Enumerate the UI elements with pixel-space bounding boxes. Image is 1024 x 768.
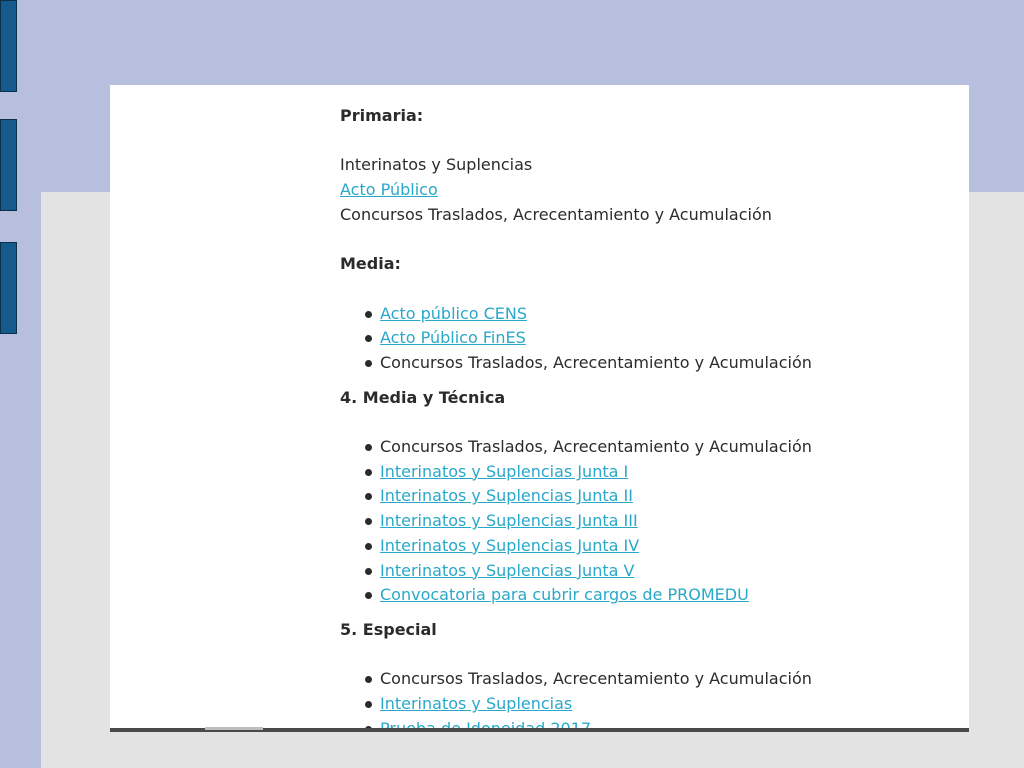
media-acto-publico-cens-link[interactable]: Acto público CENS: [380, 304, 527, 323]
especial-list: Concursos Traslados, Acrecentamiento y A…: [340, 667, 940, 728]
junta-ii-link[interactable]: Interinatos y Suplencias Junta II: [380, 486, 633, 505]
decorative-square-middle: [0, 119, 17, 211]
list-item: Acto público CENS: [340, 302, 940, 327]
web-page-screenshot: Primaria: Interinatos y Suplencias Acto …: [110, 85, 969, 728]
list-item: Acto Público FinES: [340, 326, 940, 351]
list-item: Interinatos y Suplencias Junta II: [340, 484, 940, 509]
primaria-acto-publico-link[interactable]: Acto Público: [340, 180, 438, 199]
tecnica-concursos-text: Concursos Traslados, Acrecentamiento y A…: [380, 437, 812, 457]
list-item: Interinatos y Suplencias: [340, 692, 940, 717]
list-item: Prueba de Idoneidad 2017: [340, 717, 940, 728]
primaria-interinatos-text: Interinatos y Suplencias: [340, 155, 533, 175]
decorative-square-bottom: [0, 242, 17, 334]
decorative-square-top: [0, 0, 17, 92]
list-item: Interinatos y Suplencias Junta III: [340, 509, 940, 534]
media-list: Acto público CENS Acto Público FinES Con…: [340, 302, 940, 376]
list-item: Concursos Traslados, Acrecentamiento y A…: [340, 435, 940, 460]
especial-concursos-text: Concursos Traslados, Acrecentamiento y A…: [380, 669, 812, 689]
list-item: Interinatos y Suplencias Junta IV: [340, 534, 940, 559]
heading-media: Media:: [340, 254, 401, 274]
promedu-link[interactable]: Convocatoria para cubrir cargos de PROME…: [380, 585, 749, 604]
junta-v-link[interactable]: Interinatos y Suplencias Junta V: [380, 561, 634, 580]
heading-primaria: Primaria:: [340, 106, 424, 125]
media-concursos-text: Concursos Traslados, Acrecentamiento y A…: [380, 352, 812, 372]
list-item: Interinatos y Suplencias Junta V: [340, 559, 940, 584]
primaria-concursos-text: Concursos Traslados, Acrecentamiento y A…: [340, 204, 772, 224]
list-item: Interinatos y Suplencias Junta I: [340, 460, 940, 485]
junta-i-link[interactable]: Interinatos y Suplencias Junta I: [380, 462, 628, 481]
junta-iii-link[interactable]: Interinatos y Suplencias Junta III: [380, 511, 638, 530]
prueba-idoneidad-link[interactable]: Prueba de Idoneidad 2017: [380, 719, 591, 728]
scrollbar-thumb: [205, 727, 263, 730]
junta-iv-link[interactable]: Interinatos y Suplencias Junta IV: [380, 536, 639, 555]
page-content: Primaria: Interinatos y Suplencias Acto …: [340, 104, 940, 728]
heading-media-tecnica: 4. Media y Técnica: [340, 387, 506, 407]
list-item: Convocatoria para cubrir cargos de PROME…: [340, 583, 940, 608]
heading-especial: 5. Especial: [340, 620, 437, 639]
media-acto-publico-fines-link[interactable]: Acto Público FinES: [380, 328, 526, 347]
list-item: Concursos Traslados, Acrecentamiento y A…: [340, 667, 940, 692]
especial-interinatos-link[interactable]: Interinatos y Suplencias: [380, 694, 572, 713]
media-tecnica-list: Concursos Traslados, Acrecentamiento y A…: [340, 435, 940, 608]
list-item: Concursos Traslados, Acrecentamiento y A…: [340, 351, 940, 376]
